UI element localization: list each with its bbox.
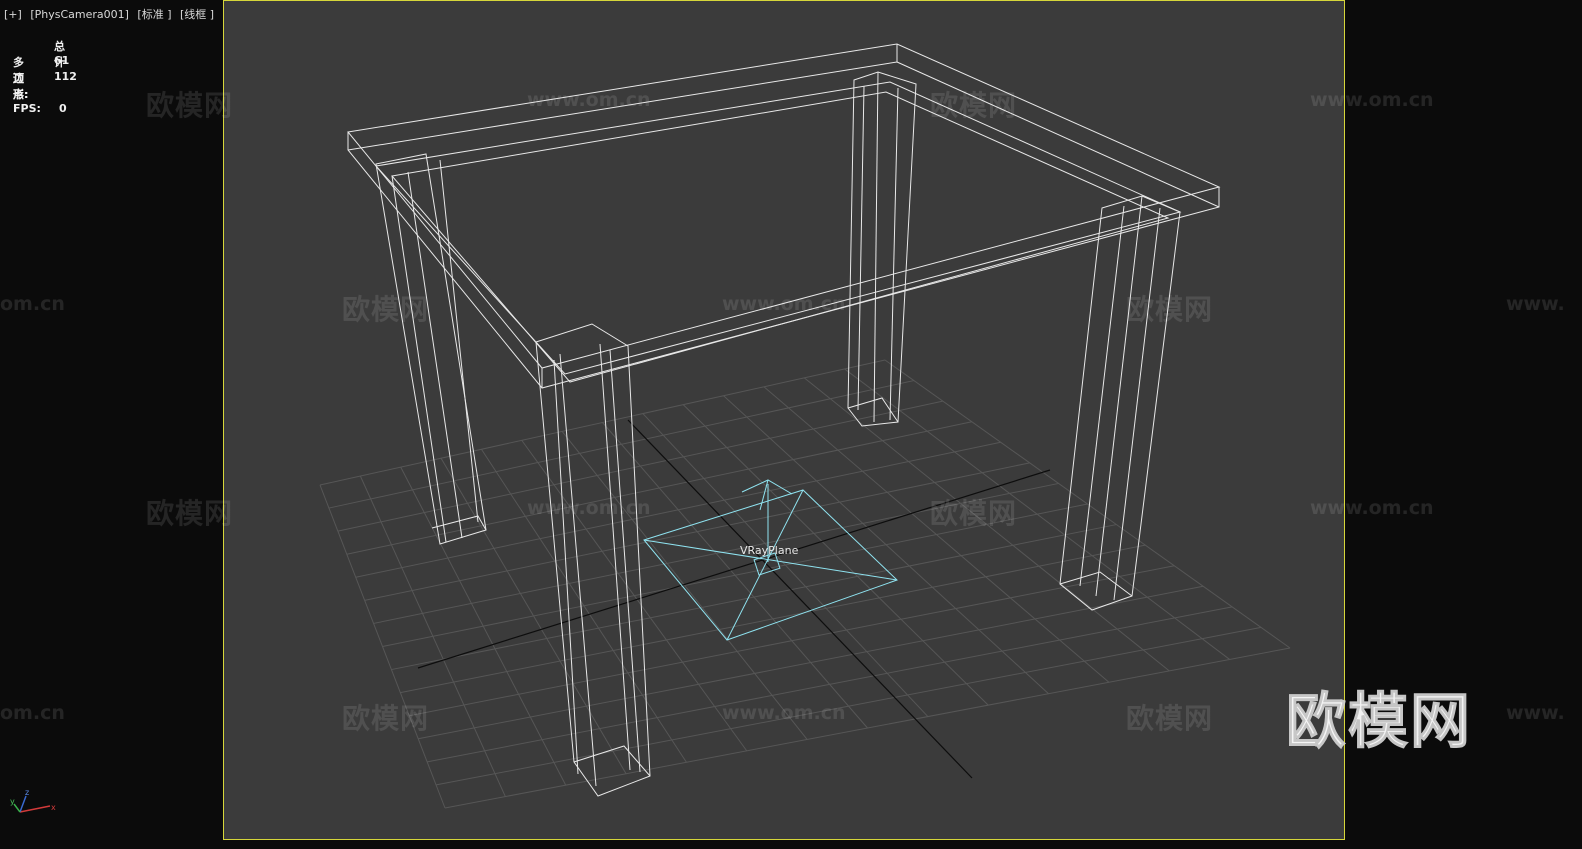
viewport-menu-button[interactable]: [+] (4, 8, 22, 21)
grid-line (409, 565, 1175, 717)
table-apron-inner (391, 91, 1170, 383)
table-leg (535, 323, 651, 797)
home-grid (319, 359, 1291, 809)
table-leg-edge (873, 71, 879, 423)
table-leg-edge (1079, 205, 1125, 587)
axis-z-label: z (25, 788, 29, 797)
stats-vertices-value: 112 (54, 70, 77, 83)
table-leg-edge (407, 171, 463, 539)
axis-tripod-icon: x z y (10, 788, 56, 813)
table-top-edge (896, 61, 1220, 208)
grid-line (642, 413, 929, 717)
table-leg-edge (857, 85, 865, 411)
world-axes (417, 419, 1051, 779)
axis-x-label: x (51, 803, 56, 812)
grid-line (844, 368, 1230, 660)
axis-y-label: y (10, 797, 15, 806)
viewport-style-menu[interactable]: [线框 ] (180, 8, 214, 21)
vrayplane-outline (643, 489, 898, 641)
stats-polygons-value: 61 (54, 54, 70, 67)
table-wireframe[interactable] (347, 43, 1221, 797)
table-leg-edge (439, 159, 479, 523)
table-leg-edge (1095, 195, 1143, 597)
viewport[interactable]: 欧模网 www.om.cn 欧模网 www.om.cn om.cn 欧模网 ww… (0, 0, 1582, 849)
table-leg-edge (889, 87, 899, 421)
table-leg-edge (599, 343, 631, 771)
stats-vertices-label: 顶点: (13, 72, 29, 101)
table-leg-edge (559, 353, 597, 787)
world-axis-line (627, 419, 973, 779)
stats-fps-label: FPS: (13, 102, 41, 115)
table-leg-edge (609, 349, 641, 773)
viewport-shading-menu[interactable]: [标准 ] (137, 8, 171, 21)
object-label: VRayPlane (740, 544, 799, 557)
table-leg-edge (1113, 207, 1161, 601)
grid-line (682, 404, 989, 706)
viewport-camera-menu[interactable]: [PhysCamera001] (30, 8, 129, 21)
brand-logo: 欧模网 (1286, 687, 1472, 758)
viewport-label: [+] [PhysCamera001] [标准 ] [线框 ] (4, 6, 219, 22)
world-axis-line (417, 469, 1051, 669)
stats-fps-value: 0 (59, 102, 67, 115)
grid-line (435, 626, 1262, 786)
table-top-upper (347, 43, 1221, 369)
